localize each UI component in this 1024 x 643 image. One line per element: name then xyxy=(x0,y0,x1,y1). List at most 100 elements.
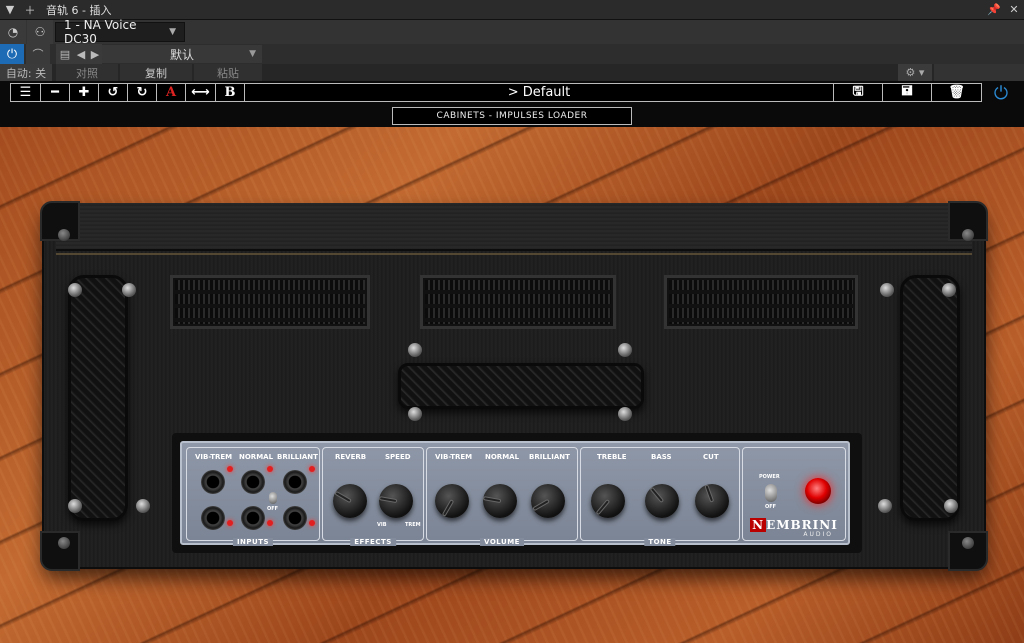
bolt-icon xyxy=(408,343,422,357)
bolt-icon xyxy=(408,407,422,421)
effects-section: REVERB SPEED VIB TREM EFFECTS xyxy=(322,447,424,546)
volume-vib-trem-knob[interactable] xyxy=(435,484,469,518)
save-icon[interactable]: 🖫 xyxy=(834,84,883,101)
input-jack-normal-low[interactable] xyxy=(241,506,265,530)
cabinets-loader-button[interactable]: CABINETS - IMPULSES LOADER xyxy=(392,107,632,125)
top-carry-handle xyxy=(398,363,644,409)
pin-icon[interactable]: 📌 xyxy=(984,0,1004,20)
screw-icon xyxy=(58,229,70,241)
host-preset-bar: ⏻ ⌒ ▤ ◀ ▶ 默认 ▼ xyxy=(0,44,1024,64)
reverb-label: REVERB xyxy=(335,453,367,461)
inputs-section: VIB-TREM NORMAL BRILLIANT OFF INPUTS xyxy=(186,447,320,546)
amp-piping xyxy=(56,253,972,255)
bolt-icon xyxy=(880,283,894,297)
preset-a-button[interactable]: A xyxy=(157,84,186,101)
vib-label: VIB xyxy=(377,522,387,528)
power-on-label: POWER xyxy=(759,474,780,480)
logo-brand: EMBRINI xyxy=(766,518,838,532)
inputs-section-label: INPUTS xyxy=(232,538,274,546)
plugin-window: ☰ ━ ✚ ↺ ↻ A ⟷ B > Default 🖫 🖬 🗑 ⏻ CABINE… xyxy=(0,81,1024,643)
input-off-label: OFF xyxy=(267,506,279,512)
bolt-icon xyxy=(878,499,892,513)
channel-icon[interactable]: ⚇ xyxy=(27,20,53,44)
chevron-down-icon: ▼ xyxy=(249,49,256,59)
bolt-icon xyxy=(136,499,150,513)
power-section: POWER OFF N EMBRINI AUDIO xyxy=(742,447,846,541)
input-jack-brilliant-high[interactable] xyxy=(283,470,307,494)
bass-knob[interactable] xyxy=(645,484,679,518)
control-panel-frame: VIB-TREM NORMAL BRILLIANT OFF INPUTS REV… xyxy=(172,433,862,553)
vent-grille-left xyxy=(170,275,370,329)
screw-icon xyxy=(58,537,70,549)
settings-gear-icon[interactable]: ⚙ ▾ xyxy=(898,64,932,81)
volume-normal-knob[interactable] xyxy=(482,484,517,518)
bypass-power-button[interactable]: ⏻ xyxy=(0,44,24,64)
close-icon[interactable]: ✕ xyxy=(1004,0,1024,20)
plugin-selector[interactable]: 1 - NA Voice DC30 ▼ xyxy=(55,18,185,46)
reverb-knob[interactable] xyxy=(333,484,367,518)
bolt-icon xyxy=(122,283,136,297)
speed-knob[interactable] xyxy=(378,484,413,518)
input-led xyxy=(267,466,273,472)
chevron-down-icon: ▼ xyxy=(169,27,176,37)
bolt-icon xyxy=(68,283,82,297)
cut-knob[interactable] xyxy=(695,484,729,518)
input-selector-switch[interactable] xyxy=(269,492,277,504)
nembrini-logo: N EMBRINI AUDIO xyxy=(743,514,845,538)
input-led xyxy=(309,520,315,526)
add-icon[interactable]: ＋ xyxy=(20,0,40,20)
treble-knob[interactable] xyxy=(591,484,625,518)
logo-initial: N xyxy=(750,518,767,532)
host-preset-dropdown[interactable]: 默认 ▼ xyxy=(102,45,262,63)
input-led xyxy=(267,520,273,526)
undo-icon[interactable]: ↺ xyxy=(99,84,128,101)
delete-icon[interactable]: 🗑 xyxy=(932,84,981,101)
bolt-icon xyxy=(944,499,958,513)
plugin-preset-title[interactable]: > Default xyxy=(245,84,834,101)
prev-preset-icon[interactable]: ◀ xyxy=(74,44,88,64)
copy-button[interactable]: 复制 xyxy=(120,64,192,81)
input-jack-vib-trem-low[interactable] xyxy=(201,506,225,530)
plugin-power-icon[interactable]: ⏻ xyxy=(990,83,1012,104)
bass-label: BASS xyxy=(651,453,672,461)
bolt-icon xyxy=(618,343,632,357)
paste-button[interactable]: 粘贴 xyxy=(194,64,262,81)
tone-section: TREBLE BASS CUT TONE xyxy=(580,447,740,546)
input-led xyxy=(227,466,233,472)
automation-icon[interactable]: ⌒ xyxy=(26,44,50,64)
window-menu-arrow-icon[interactable]: ▼ xyxy=(0,0,20,20)
compare-button[interactable]: 对照 xyxy=(56,64,118,81)
effects-section-label: EFFECTS xyxy=(350,538,396,546)
power-switch[interactable] xyxy=(765,484,777,502)
host-compare-bar: 自动: 关 对照 复制 粘贴 ⚙ ▾ xyxy=(0,64,1024,81)
next-preset-icon[interactable]: ▶ xyxy=(88,44,102,64)
plus-icon[interactable]: ✚ xyxy=(70,84,99,101)
window-titlebar: ▼ ＋ 音轨 6 - 插入 📌 ✕ xyxy=(0,0,1024,20)
swap-ab-icon[interactable]: ⟷ xyxy=(186,84,216,101)
plugin-toolbar: ☰ ━ ✚ ↺ ↻ A ⟷ B > Default 🖫 🖬 🗑 xyxy=(10,83,982,102)
corner-protector xyxy=(40,531,80,571)
preset-list-icon[interactable]: ▤ xyxy=(56,44,74,64)
save-as-icon[interactable]: 🖬 xyxy=(883,84,932,101)
input-vib-trem-label: VIB-TREM xyxy=(195,453,233,461)
power-led-lamp xyxy=(805,478,831,504)
logo-sub: AUDIO xyxy=(803,531,833,538)
redo-icon[interactable]: ↻ xyxy=(128,84,157,101)
routing-icon[interactable]: ◔ xyxy=(0,20,26,44)
host-spare-bar xyxy=(934,64,1024,81)
cut-label: CUT xyxy=(703,453,719,461)
automation-toggle[interactable]: 自动: 关 xyxy=(0,64,52,81)
menu-icon[interactable]: ☰ xyxy=(11,84,41,101)
input-jack-vib-trem-high[interactable] xyxy=(201,470,225,494)
bolt-icon xyxy=(942,283,956,297)
corner-protector xyxy=(948,201,988,241)
input-jack-normal-high[interactable] xyxy=(241,470,265,494)
plugin-name: 1 - NA Voice DC30 xyxy=(64,18,137,46)
minus-icon[interactable]: ━ xyxy=(41,84,70,101)
volume-brilliant-knob[interactable] xyxy=(531,484,565,518)
host-header: ◔ ⚇ 1 - NA Voice DC30 ▼ xyxy=(0,18,1024,46)
input-jack-brilliant-low[interactable] xyxy=(283,506,307,530)
preset-b-button[interactable]: B xyxy=(216,84,245,101)
volume-section-label: VOLUME xyxy=(480,538,524,546)
treble-label: TREBLE xyxy=(597,453,627,461)
